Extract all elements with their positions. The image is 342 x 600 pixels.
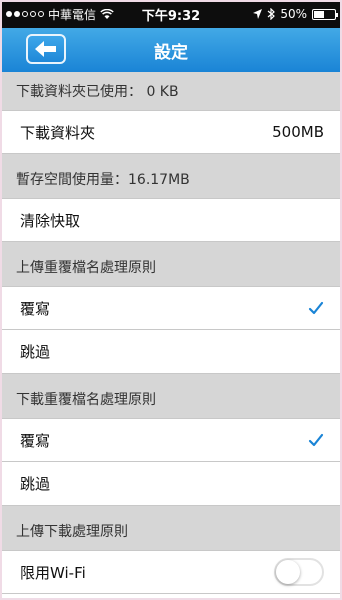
wifi-icon: [100, 8, 114, 19]
settings-list: 下載資料夾已使用： 0 KB 下載資料夾 500MB 暫存空間使用量：16.17…: [0, 72, 342, 594]
back-button[interactable]: [26, 34, 66, 64]
battery-fill: [314, 10, 324, 18]
upload-overwrite-option[interactable]: 覆寫: [0, 286, 342, 330]
download-overwrite-option[interactable]: 覆寫: [0, 418, 342, 462]
download-skip-label: 跳過: [20, 475, 51, 493]
download-overwrite-label: 覆寫: [20, 431, 51, 450]
battery-icon: [312, 8, 338, 20]
clear-cache-row[interactable]: 清除快取: [0, 198, 342, 242]
upload-skip-option[interactable]: 跳過: [0, 330, 342, 374]
download-folder-label: 下載資料夾: [20, 123, 96, 142]
wifi-only-label: 限用Wi-Fi: [20, 563, 86, 582]
upload-duplicate-header: 上傳重覆檔名處理原則: [0, 242, 342, 286]
battery-percentage: 50%: [280, 7, 307, 21]
checkmark-icon: [308, 301, 324, 315]
upload-overwrite-label: 覆寫: [20, 299, 51, 318]
location-arrow-icon: [253, 9, 263, 19]
toggle-knob[interactable]: [276, 560, 300, 584]
download-skip-option[interactable]: 跳過: [0, 462, 342, 506]
page-title: 設定: [154, 42, 188, 63]
navigation-bar: 設定: [0, 28, 342, 72]
wifi-only-toggle[interactable]: [274, 558, 324, 586]
status-bar: 中華電信 下午9:32 50%: [0, 0, 342, 28]
wifi-only-row: 限用Wi-Fi: [0, 550, 342, 594]
download-duplicate-header: 下載重覆檔名處理原則: [0, 374, 342, 418]
bluetooth-icon: [267, 8, 276, 20]
download-folder-header: 下載資料夾已使用： 0 KB: [0, 72, 342, 110]
back-arrow-icon: [35, 41, 56, 57]
carrier-name: 中華電信: [48, 7, 97, 22]
temp-storage-header: 暫存空間使用量：16.17MB: [0, 154, 342, 198]
download-folder-size: 500MB: [272, 123, 324, 141]
transfer-policy-header: 上傳下載處理原則: [0, 506, 342, 550]
checkmark-icon: [308, 433, 324, 447]
signal-strength-icon: [6, 11, 44, 17]
clear-cache-label: 清除快取: [20, 211, 81, 230]
upload-skip-label: 跳過: [20, 343, 51, 361]
download-folder-row[interactable]: 下載資料夾 500MB: [0, 110, 342, 154]
